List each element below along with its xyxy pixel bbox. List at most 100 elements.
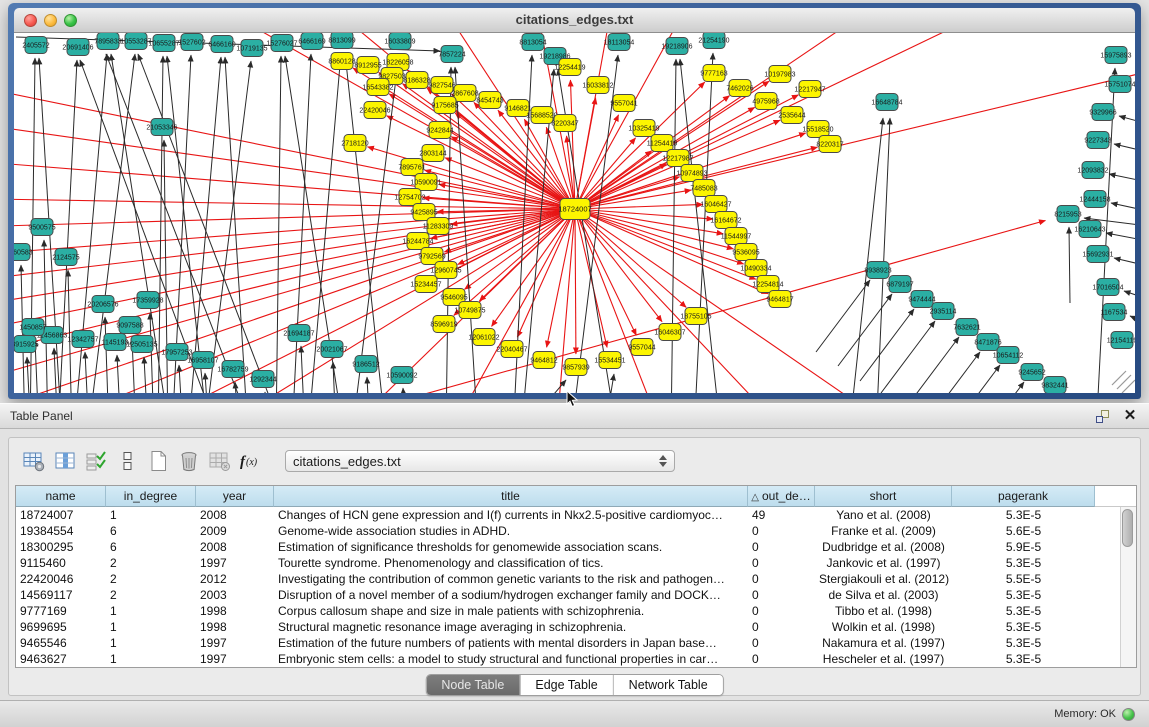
graph-node-16210643[interactable]: 16210643	[1074, 221, 1105, 238]
table-row[interactable]: 1872400712008Changes of HCN gene express…	[16, 507, 1136, 523]
graph-node-8186328[interactable]: 8186328	[403, 72, 430, 89]
column-header-short[interactable]: short	[815, 486, 952, 507]
column-header-in_degree[interactable]: in_degree	[106, 486, 196, 507]
scrollbar-thumb[interactable]	[1122, 509, 1133, 547]
graph-node-20691406[interactable]: 20691406	[62, 39, 93, 56]
column-header-name[interactable]: name	[16, 486, 106, 507]
graph-node-9329966[interactable]: 9329966	[1089, 104, 1116, 121]
delete-column-icon[interactable]	[176, 448, 202, 474]
create-column-icon[interactable]	[145, 448, 171, 474]
graph-node-7462026[interactable]: 7462026	[726, 80, 753, 97]
graph-node-8215953[interactable]: 8215953	[1054, 206, 1081, 223]
show-columns-icon[interactable]	[52, 448, 78, 474]
float-panel-icon[interactable]	[1093, 407, 1111, 425]
graph-node-2124575[interactable]: 2124575	[52, 249, 79, 266]
graph-node-8813054[interactable]: 8813054	[519, 34, 546, 51]
graph-node-22420046[interactable]: 22420046	[359, 102, 390, 119]
graph-node-9474444[interactable]: 9474444	[908, 291, 935, 308]
graph-node-12154119[interactable]: 12154119	[1107, 332, 1135, 349]
graph-node-10490334[interactable]: 10490334	[740, 260, 771, 277]
graph-node-16164672[interactable]: 16164672	[710, 212, 741, 229]
graph-node-16543382[interactable]: 16543382	[362, 79, 393, 96]
graph-node-16033809[interactable]: 16033809	[384, 33, 415, 50]
graph-node-12061022[interactable]: 12061022	[468, 329, 499, 346]
graph-node-9097588[interactable]: 9097588	[116, 317, 143, 334]
graph-node-2535644[interactable]: 2535644	[778, 107, 805, 124]
graph-node-15234457[interactable]: 15234457	[410, 276, 441, 293]
tab-node-table[interactable]: Node Table	[426, 675, 519, 695]
table-row[interactable]: 1938455462009Genome-wide association stu…	[16, 523, 1136, 539]
graph-node-8813099[interactable]: 8813099	[328, 33, 355, 49]
graph-node-2803144[interactable]: 2803144	[419, 145, 446, 162]
graph-node-15751074[interactable]: 15751074	[1104, 76, 1135, 93]
graph-node-8596919[interactable]: 8596919	[430, 316, 457, 333]
graph-node-8220317[interactable]: 8220317	[816, 136, 843, 153]
graph-node-9857939[interactable]: 9857939	[562, 359, 589, 376]
graph-node-8454743[interactable]: 8454743	[476, 92, 503, 109]
graph-node-12217987[interactable]: 12217987	[662, 150, 693, 167]
graph-node-21254190[interactable]: 21254190	[698, 33, 729, 49]
graph-node-1145193[interactable]: 1145193	[102, 334, 129, 351]
graph-node-10325419[interactable]: 10325419	[628, 120, 659, 137]
graph-node-9557044[interactable]: 9557044	[628, 339, 655, 356]
graph-node-18724007[interactable]: 18724007	[558, 199, 591, 220]
graph-node-9186512[interactable]: 9186512	[352, 356, 379, 373]
graph-node-16046427[interactable]: 16046427	[700, 196, 731, 213]
graph-node-8938923[interactable]: 8938923	[864, 262, 891, 279]
graph-node-1450857[interactable]: 1450857	[19, 319, 46, 336]
graph-node-21053346[interactable]: 21053346	[146, 119, 177, 136]
graph-node-9464812[interactable]: 9464812	[530, 352, 557, 369]
graph-node-1167534[interactable]: 1167534	[1101, 304, 1128, 321]
graph-node-11254419[interactable]: 11254419	[647, 135, 678, 152]
graph-node-12444158[interactable]: 12444158	[1079, 191, 1110, 208]
graph-node-15534451[interactable]: 15534451	[594, 352, 625, 369]
graph-node-11283309[interactable]: 11283309	[423, 218, 454, 235]
graph-node-20021067[interactable]: 20021067	[316, 341, 347, 358]
graph-node-9245652[interactable]: 9245652	[1018, 364, 1045, 381]
table-selector-dropdown[interactable]: citations_edges.txt	[285, 450, 675, 472]
graph-node-16046307[interactable]: 16046307	[654, 324, 685, 341]
graph-node-12217947[interactable]: 12217947	[794, 81, 825, 98]
graph-node-2405572[interactable]: 2405572	[22, 37, 49, 54]
graph-node-1527602[interactable]: 1527602	[178, 34, 205, 51]
tab-network-table[interactable]: Network Table	[613, 675, 723, 695]
graph-node-9536095[interactable]: 9536095	[732, 244, 759, 261]
graph-node-7895761[interactable]: 7895761	[398, 159, 425, 176]
graph-node-9242844[interactable]: 9242844	[426, 122, 453, 139]
graph-node-10719135[interactable]: 10719135	[236, 40, 267, 57]
graph-node-10197983[interactable]: 10197983	[764, 66, 795, 83]
graph-node-12254814[interactable]: 12254814	[752, 276, 783, 293]
graph-node-2718120[interactable]: 2718120	[341, 135, 368, 152]
graph-node-18113054[interactable]: 18113054	[604, 34, 635, 51]
selection-mode-icon[interactable]	[83, 448, 109, 474]
graph-node-10590091[interactable]: 10590091	[410, 174, 441, 191]
graph-node-2060583[interactable]: 2060583	[14, 244, 33, 261]
function-builder-icon[interactable]: f (x)	[238, 448, 264, 474]
graph-node-17359928[interactable]: 17359928	[132, 292, 163, 309]
graph-node-7632621[interactable]: 7632621	[953, 319, 980, 336]
tab-edge-table[interactable]: Edge Table	[519, 675, 612, 695]
column-header-out_de[interactable]: △out_de…	[748, 486, 815, 507]
graph-node-1292344[interactable]: 1292344	[249, 371, 276, 388]
graph-node-9557041[interactable]: 9557041	[610, 95, 637, 112]
graph-node-3915925[interactable]: 3915925	[14, 336, 39, 353]
close-panel-icon[interactable]: ✕	[1121, 407, 1139, 425]
graph-node-9227343[interactable]: 9227343	[1084, 132, 1111, 149]
graph-node-16958107[interactable]: 16958107	[187, 352, 218, 369]
table-row[interactable]: 977716911998Corpus callosum shape and si…	[16, 603, 1136, 619]
graph-node-17016504[interactable]: 17016504	[1092, 279, 1123, 296]
table-row[interactable]: 2242004622012Investigating the contribut…	[16, 571, 1136, 587]
graph-node-16782759[interactable]: 16782759	[217, 361, 248, 378]
graph-node-12342757[interactable]: 12342757	[67, 331, 98, 348]
graph-node-12754702[interactable]: 12754702	[394, 189, 425, 206]
canvas-resize-grip[interactable]	[1112, 371, 1135, 393]
graph-node-6879197[interactable]: 6879197	[886, 276, 913, 293]
graph-node-15276027[interactable]: 15276027	[266, 35, 297, 52]
table-row[interactable]: 969969511998Structural magnetic resonanc…	[16, 619, 1136, 635]
graph-node-20206576[interactable]: 20206576	[87, 296, 118, 313]
graph-node-9464817[interactable]: 9464817	[766, 291, 793, 308]
graph-node-8860128[interactable]: 8860128	[328, 53, 355, 70]
graph-node-19218906[interactable]: 19218906	[661, 38, 692, 55]
graph-node-8220347[interactable]: 8220347	[551, 115, 578, 132]
column-header-pagerank[interactable]: pagerank	[952, 486, 1095, 507]
